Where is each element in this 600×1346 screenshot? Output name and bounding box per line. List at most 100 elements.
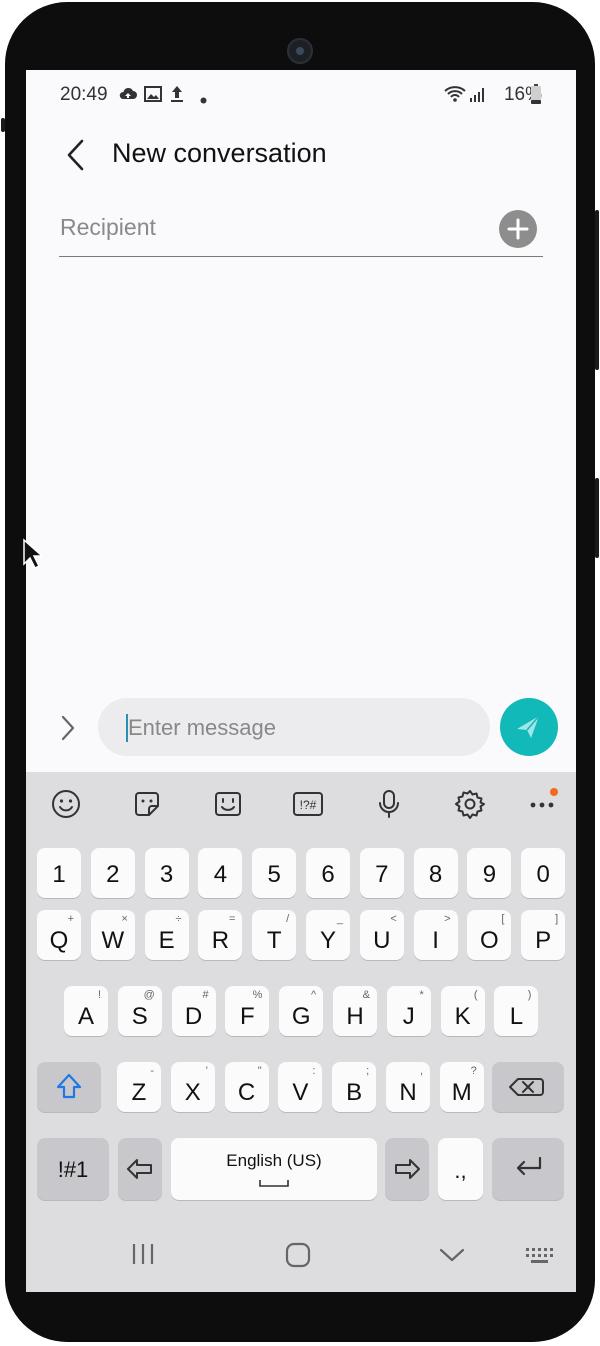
key-label: X [184, 1079, 201, 1106]
key-label: Y [319, 927, 336, 954]
key-w[interactable]: W × [90, 910, 135, 960]
key-f[interactable]: F% [225, 986, 270, 1036]
side-button-left [1, 118, 5, 132]
key-i[interactable]: I > [413, 910, 458, 960]
key-p[interactable]: P] [521, 910, 566, 960]
key-x[interactable]: X ' [170, 1062, 215, 1112]
key-t[interactable]: T / [252, 910, 297, 960]
shift-icon [56, 1073, 82, 1099]
keyboard-switch-button[interactable] [524, 1246, 554, 1271]
send-button[interactable] [500, 698, 558, 756]
key-o[interactable]: O[ [467, 910, 512, 960]
key-z[interactable]: Z- [117, 1062, 161, 1112]
key-b[interactable]: B; [332, 1062, 377, 1112]
key-label: W [101, 927, 125, 954]
backspace-icon [509, 1078, 544, 1096]
mouse-pointer-icon [22, 538, 44, 575]
key-v[interactable]: V: [278, 1062, 323, 1112]
key-label: Z [131, 1079, 147, 1106]
volume-button [595, 210, 599, 370]
key-d[interactable]: D # [171, 986, 216, 1036]
home-button[interactable] [285, 1242, 311, 1273]
key-label: 9 [482, 861, 497, 888]
key-secondary-label: > [444, 913, 451, 925]
key-label: R [211, 927, 230, 954]
key-j[interactable]: J * [386, 986, 431, 1036]
spacebar-icon [259, 1180, 289, 1187]
key-c[interactable]: C " [224, 1062, 269, 1112]
key-secondary-label: + [67, 913, 74, 925]
chevron-right-icon [61, 715, 75, 741]
key-secondary-label: : [312, 1065, 316, 1077]
key-label: ., [454, 1158, 467, 1183]
key-label: G [291, 1003, 311, 1030]
key-k[interactable]: K( [440, 986, 485, 1036]
punctuation-key[interactable]: ., [438, 1138, 483, 1200]
key-secondary-label: × [121, 913, 128, 925]
key-3[interactable]: 3 [144, 848, 189, 898]
key-label: A [77, 1003, 94, 1030]
key-label: U [373, 927, 391, 954]
key-2[interactable]: 2 [90, 848, 135, 898]
symbols-key[interactable]: !#1 [37, 1138, 109, 1200]
recipient-placeholder: Recipient [60, 214, 156, 240]
key-8[interactable]: 8 [413, 848, 458, 898]
key-secondary-label: / [286, 913, 290, 925]
back-button[interactable] [62, 138, 92, 172]
key-secondary-label: < [390, 913, 397, 925]
status-bar: 20:49 16% [26, 70, 576, 118]
key-q[interactable]: Q + [37, 910, 81, 960]
sticker-icon[interactable] [131, 788, 163, 820]
settings-icon[interactable] [454, 788, 486, 820]
expand-options-button[interactable] [58, 714, 78, 742]
enter-key[interactable] [492, 1138, 564, 1200]
key-n[interactable]: N, [386, 1062, 430, 1112]
key-secondary-label: ' [205, 1065, 208, 1077]
emoji-icon[interactable] [50, 788, 82, 820]
cursor-left-key[interactable] [118, 1138, 162, 1200]
bitmoji-icon[interactable] [212, 788, 244, 820]
recent-apps-button[interactable] [130, 1242, 156, 1271]
key-y[interactable]: Y _ [306, 910, 350, 960]
key-h[interactable]: H & [333, 986, 377, 1036]
key-label: H [346, 1003, 364, 1030]
key-secondary-label: # [202, 989, 209, 1001]
key-7[interactable]: 7 [359, 848, 404, 898]
key-l[interactable]: L) [494, 986, 539, 1036]
space-key[interactable]: English (US) [171, 1138, 377, 1200]
message-input[interactable]: Enter message [98, 698, 490, 756]
key-label: S [131, 1003, 148, 1030]
upload-icon [169, 84, 185, 109]
key-0[interactable]: 0 [521, 848, 566, 898]
key-label: J [402, 1003, 415, 1030]
key-r[interactable]: R = [198, 910, 243, 960]
key-label: E [158, 927, 175, 954]
key-a[interactable]: A! [64, 986, 108, 1036]
microphone-icon[interactable] [373, 788, 405, 820]
key-secondary-label: ) [527, 989, 532, 1001]
key-u[interactable]: U < [359, 910, 404, 960]
key-g[interactable]: G ^ [279, 986, 324, 1036]
symbols-icon[interactable]: !?# [292, 788, 324, 820]
key-secondary-label: _ [336, 913, 343, 925]
key-m[interactable]: M? [439, 1062, 484, 1112]
cursor-right-key[interactable] [385, 1138, 429, 1200]
key-9[interactable]: 9 [467, 848, 512, 898]
app-header: New conversation [26, 120, 576, 186]
key-6[interactable]: 6 [306, 848, 350, 898]
key-label: F [240, 1003, 255, 1030]
key-4[interactable]: 4 [198, 848, 243, 898]
key-1[interactable]: 1 [37, 848, 81, 898]
recipient-field[interactable]: Recipient [59, 200, 543, 257]
power-button [595, 478, 599, 558]
key-secondary-label: - [150, 1065, 154, 1077]
key-label: 2 [106, 861, 120, 888]
key-e[interactable]: E ÷ [144, 910, 189, 960]
add-recipient-button[interactable] [499, 210, 537, 248]
hide-keyboard-button[interactable] [438, 1246, 466, 1269]
key-5[interactable]: 5 [252, 848, 297, 898]
key-s[interactable]: S @ [117, 986, 162, 1036]
cloud-upload-icon [118, 84, 138, 109]
backspace-key[interactable] [492, 1062, 564, 1112]
shift-key[interactable] [37, 1062, 101, 1112]
